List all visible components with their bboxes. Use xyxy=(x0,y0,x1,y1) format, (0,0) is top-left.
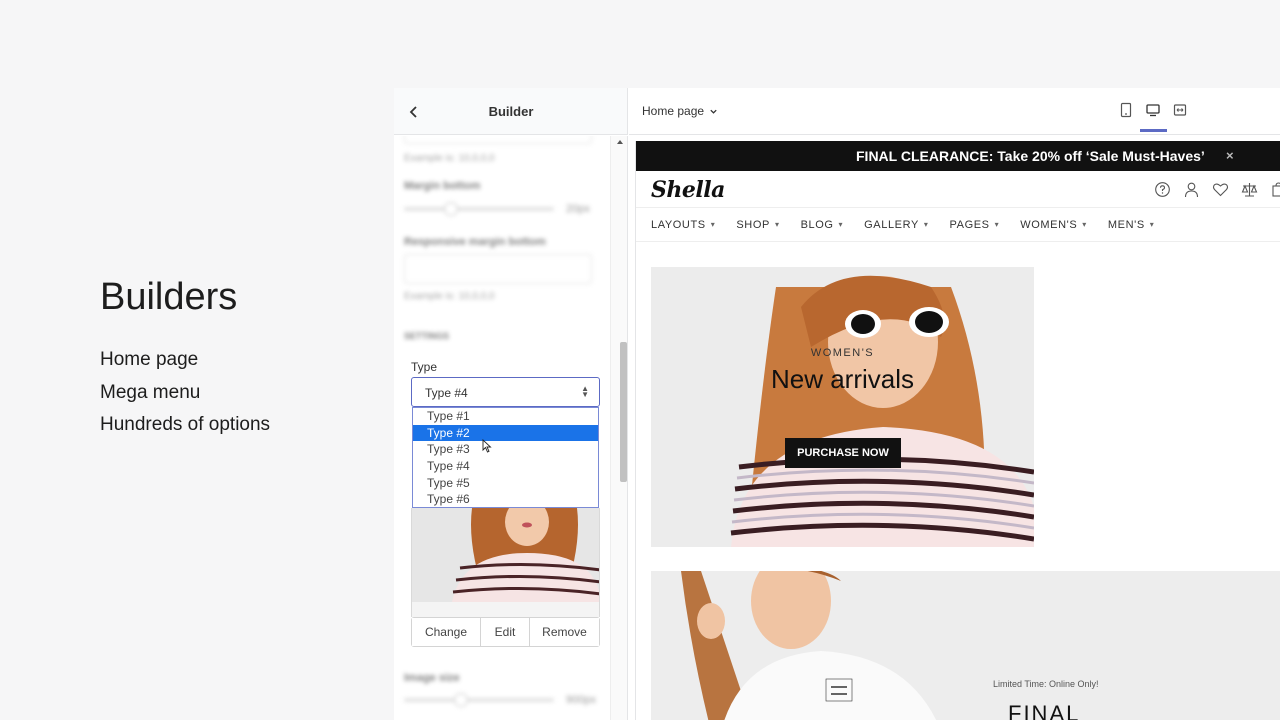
blurred-label: Responsive margin bottom xyxy=(404,236,546,248)
scroll-thumb[interactable] xyxy=(620,342,627,482)
nav-item-womens[interactable]: WOMEN'S ▾ xyxy=(1020,219,1087,231)
blurred-section: SETTINGS xyxy=(404,331,450,341)
store-logo[interactable]: Shella xyxy=(651,177,725,203)
blurred-label: Image size xyxy=(404,672,460,684)
hero-photo xyxy=(651,267,1034,547)
builder-app: Builder Home page Example is: 10,0,0,0 M… xyxy=(394,88,1280,720)
feature-title: Builders xyxy=(100,276,238,318)
nav-label: GALLERY xyxy=(864,218,919,231)
type-option[interactable]: Type #3 xyxy=(413,441,598,458)
feature-item: Hundreds of options xyxy=(100,414,271,435)
blurred-field xyxy=(404,254,592,284)
chevron-down-icon xyxy=(710,109,717,114)
mouse-cursor-icon xyxy=(482,439,492,453)
nav-item-shop[interactable]: SHOP ▾ xyxy=(736,219,779,231)
nav-label: MEN'S xyxy=(1107,218,1145,231)
feature-item: Home page xyxy=(100,349,199,370)
type-label: Type xyxy=(411,360,438,374)
nav-label: WOMEN'S xyxy=(1020,218,1078,231)
sidebar-header: Builder xyxy=(394,88,628,135)
storefront-preview: FINAL CLEARANCE: Take 20% off ‘Sale Must… xyxy=(635,141,1280,720)
type-option-highlighted[interactable]: Type #2 xyxy=(413,424,598,442)
sidebar-panel: Example is: 10,0,0,0 Margin bottom 20px … xyxy=(394,136,628,720)
image-actions: Change Edit Remove xyxy=(411,617,600,647)
scroll-up-arrow-icon[interactable] xyxy=(617,140,623,144)
blurred-hint: Example is: 10,0,0,0 xyxy=(404,153,495,164)
purchase-now-button[interactable]: PURCHASE NOW xyxy=(785,438,901,468)
hero-title: New arrivals xyxy=(770,364,915,394)
main-nav: LAYOUTS ▾ SHOP ▾ BLOG ▾ GALLERY ▾ PAGES ▾ WOM… xyxy=(636,207,1280,242)
type-option[interactable]: Type #6 xyxy=(413,491,598,508)
chevron-down-icon: ▾ xyxy=(994,220,1000,229)
hero-eyebrow: WOMEN'S xyxy=(810,347,875,359)
chevron-down-icon: ▾ xyxy=(1082,220,1087,229)
image-caption-area xyxy=(411,602,600,617)
type-select[interactable]: Type #4 ▲ ▼ xyxy=(411,377,600,407)
chevron-down-icon: ▾ xyxy=(710,220,716,229)
blurred-hint: Example is: 10,0,0,0 xyxy=(404,291,495,302)
blurred-value: 900px xyxy=(566,694,596,706)
edit-image-button[interactable]: Edit xyxy=(481,618,530,646)
cart-bag-icon[interactable] xyxy=(1270,181,1280,198)
header-icons xyxy=(1154,181,1280,198)
nav-item-layouts[interactable]: LAYOUTS ▾ xyxy=(651,219,715,231)
compare-scale-icon[interactable] xyxy=(1241,181,1258,198)
page-select[interactable]: Home page xyxy=(642,104,718,118)
type-option[interactable]: Type #4 xyxy=(413,458,598,475)
blurred-value: 20px xyxy=(566,203,590,215)
announcement-bar: FINAL CLEARANCE: Take 20% off ‘Sale Must… xyxy=(636,141,1280,171)
blurred-slider xyxy=(404,698,554,702)
type-dropdown: Type #1 Type #2 Type #3 Type #4 Type #5 … xyxy=(412,407,599,508)
image-preview xyxy=(411,508,600,602)
woman-photo xyxy=(412,508,599,602)
desktop-icon[interactable] xyxy=(1140,102,1167,132)
hero-banner[interactable]: WOMEN'S New arrivals PURCHASE NOW xyxy=(651,267,1034,547)
fullwidth-icon[interactable] xyxy=(1173,102,1187,118)
blurred-slider-knob xyxy=(454,693,468,707)
change-image-button[interactable]: Change xyxy=(412,618,481,646)
type-select-value: Type #4 xyxy=(425,386,468,400)
nav-label: LAYOUTS xyxy=(651,218,706,231)
chevron-down-icon: ▾ xyxy=(774,220,780,229)
blurred-field xyxy=(404,136,592,144)
feature-item: Mega menu xyxy=(100,381,201,403)
nav-label: PAGES xyxy=(949,218,990,231)
chevron-down-icon: ▾ xyxy=(838,220,844,229)
nav-item-gallery[interactable]: GALLERY ▾ xyxy=(864,219,928,231)
nav-item-mens[interactable]: MEN'S ▾ xyxy=(1108,219,1155,231)
announcement-text: FINAL CLEARANCE: Take 20% off ‘Sale Must… xyxy=(856,148,1205,164)
blurred-slider-knob xyxy=(444,202,458,216)
remove-image-button[interactable]: Remove xyxy=(530,618,599,646)
nav-label: BLOG xyxy=(800,218,834,231)
tablet-icon[interactable] xyxy=(1119,102,1133,118)
banner-title: FINAL xyxy=(1008,701,1081,720)
device-switcher xyxy=(1119,102,1187,132)
type-option[interactable]: Type #5 xyxy=(413,475,598,492)
blurred-label: Margin bottom xyxy=(404,180,481,192)
chevron-down-icon: ▾ xyxy=(1149,220,1155,229)
limited-time-text: Limited Time: Online Only! xyxy=(993,679,1099,689)
sidebar-scrollbar[interactable] xyxy=(610,136,627,720)
sale-banner[interactable]: Limited Time: Online Only! FINAL xyxy=(651,571,1280,720)
page-select-label: Home page xyxy=(642,104,705,118)
sidebar-title: Builder xyxy=(488,104,534,119)
feature-list: Home page Mega menu Hundreds of options xyxy=(100,344,270,442)
wishlist-heart-icon[interactable] xyxy=(1212,181,1229,198)
help-icon[interactable] xyxy=(1154,181,1171,198)
banner-photo xyxy=(651,571,1280,720)
chevron-down-icon: ▾ xyxy=(923,220,929,229)
close-icon[interactable]: × xyxy=(1226,148,1234,163)
nav-item-pages[interactable]: PAGES ▾ xyxy=(950,219,1000,231)
top-bar: Home page xyxy=(629,88,1280,135)
nav-label: SHOP xyxy=(736,218,770,231)
type-option[interactable]: Type #1 xyxy=(413,408,598,425)
account-icon[interactable] xyxy=(1183,181,1200,198)
select-arrows-icon: ▲ ▼ xyxy=(581,384,589,399)
nav-item-blog[interactable]: BLOG ▾ xyxy=(801,219,844,231)
blurred-slider xyxy=(404,207,554,211)
